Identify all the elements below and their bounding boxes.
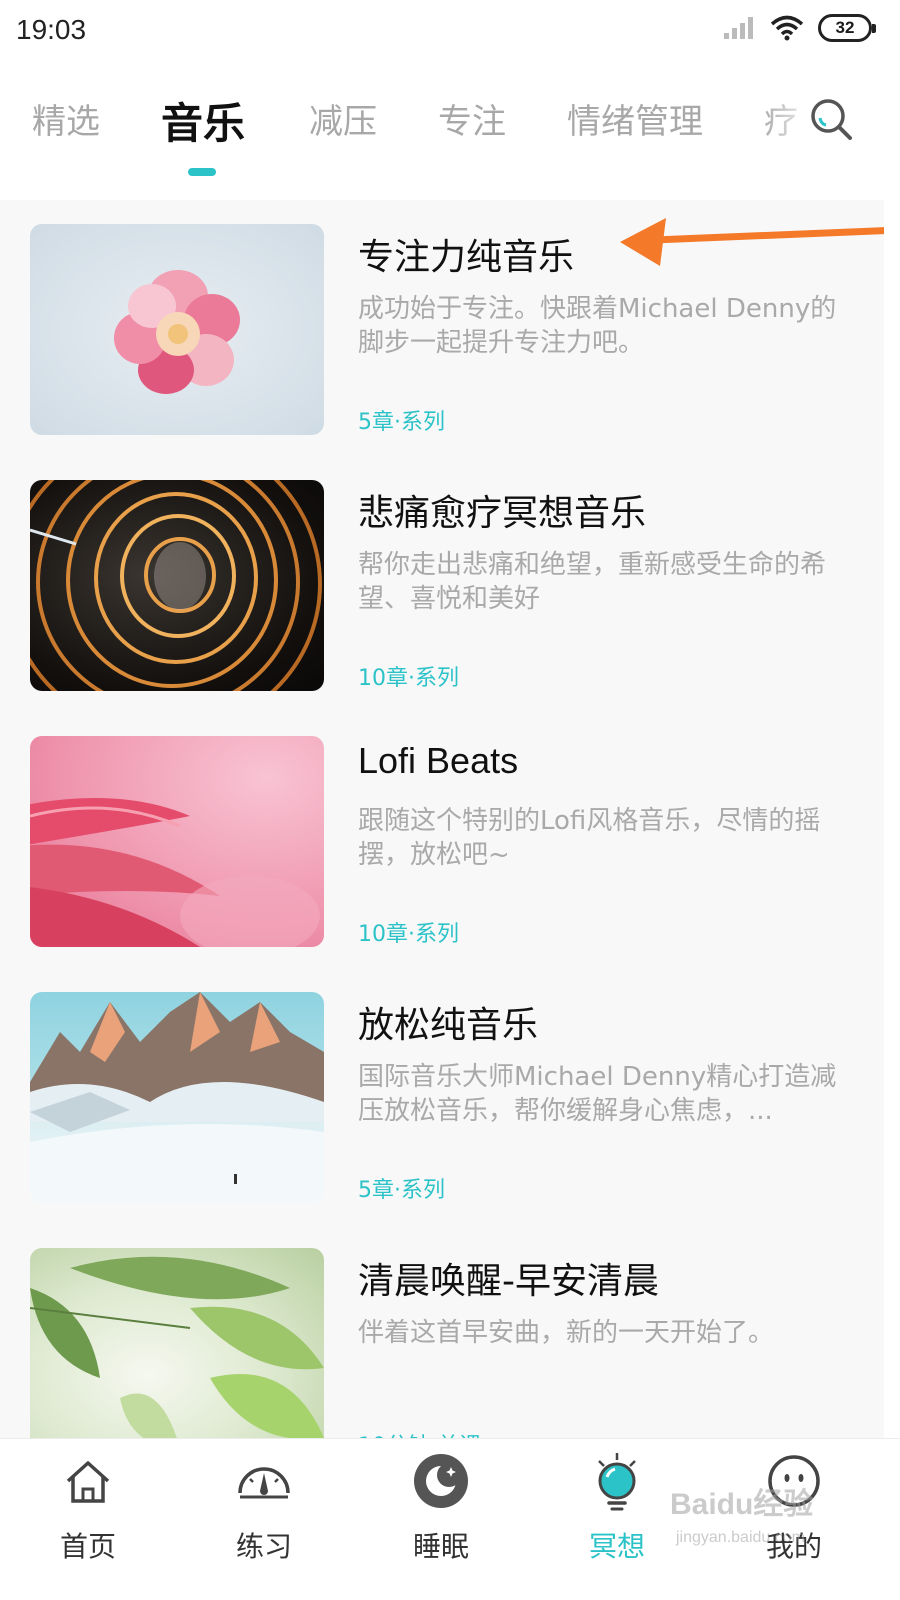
item-description: 帮你走出悲痛和绝望，重新感受生命的希望、喜悦和美好 [358,550,827,614]
pink-petal-image [30,736,324,947]
nav-label: 练习 [235,1530,292,1563]
snowy-mountain-image [30,992,324,1203]
item-title: 悲痛愈疗冥想音乐 [358,493,647,534]
music-list: 专注力纯音乐 成功始于专注。快跟着Michael Denny的脚步一起提升专注力… [0,200,884,1438]
wifi-icon [770,15,804,41]
nav-meditation[interactable]: 冥想 [557,1451,677,1565]
green-leaves-image [30,1248,324,1438]
moon-icon [414,1454,468,1508]
status-icons: 32 [722,14,876,42]
nav-practice[interactable]: 练习 [204,1451,324,1565]
item-description: 跟随这个特别的Lofi风格音乐，尽情的摇摆，放松吧~ [358,806,821,870]
tab-stress-relief[interactable]: 减压 [309,94,377,143]
meditation-bulb-icon [598,1453,636,1511]
category-tab-bar: 精选 音乐 减压 专注 情绪管理 疗 [0,64,900,200]
item-title: 专注力纯音乐 [358,237,575,278]
item-meta: 10章·系列 [358,666,459,691]
item-meta: 10章·系列 [358,922,459,947]
list-item[interactable]: Lofi Beats 跟随这个特别的Lofi风格音乐，尽情的摇摆，放松吧~ 10… [0,712,884,968]
light-spiral-image [30,480,324,691]
status-bar: 19:03 32 [0,0,900,64]
list-item[interactable]: 放松纯音乐 国际音乐大师Michael Denny精心打造减压放松音乐，帮你缓解… [0,968,884,1224]
item-title: Lofi Beats [358,740,519,781]
tab-music[interactable]: 音乐 [161,90,245,151]
pink-flower-image [30,224,324,435]
status-time: 19:03 [16,14,87,45]
watermark: Baidu经验 [670,1488,814,1521]
item-meta: 5章·系列 [358,410,445,435]
gauge-icon [238,1467,290,1499]
battery-icon: 32 [818,14,876,42]
item-description: 伴着这首早安曲，新的一天开始了。 [358,1318,775,1348]
signal-icon [724,17,753,39]
tab-emotion-management[interactable]: 情绪管理 [567,94,703,143]
nav-label: 睡眠 [412,1530,469,1563]
nav-home[interactable]: 首页 [28,1451,148,1565]
item-description: 成功始于专注。快跟着Michael Denny的脚步一起提升专注力吧。 [358,294,837,358]
item-title: 放松纯音乐 [358,1005,539,1046]
nav-label: 冥想 [588,1530,645,1563]
list-item[interactable]: 悲痛愈疗冥想音乐 帮你走出悲痛和绝望，重新感受生命的希望、喜悦和美好 10章·系… [0,456,884,712]
item-meta: 5章·系列 [358,1178,445,1203]
tab-focus[interactable]: 专注 [438,94,506,143]
tab-featured[interactable]: 精选 [32,94,100,143]
search-icon[interactable] [806,94,856,144]
nav-sleep[interactable]: 睡眠 [381,1451,501,1565]
item-description: 国际音乐大师Michael Denny精心打造减压放松音乐，帮你缓解身心焦虑，.… [358,1062,837,1126]
home-icon [66,1461,110,1503]
watermark-url: jingyan.baidu.com [676,1529,805,1546]
bottom-navigation: 首页 练习 睡眠 冥想 我的 Baidu经验 jingyan.baidu.com [0,1438,900,1600]
item-title: 清晨唤醒-早安清晨 [358,1261,659,1302]
active-tab-indicator [188,168,216,176]
annotation-arrow-icon [620,218,884,266]
nav-label: 首页 [59,1530,116,1563]
list-item[interactable]: 清晨唤醒-早安清晨 伴着这首早安曲，新的一天开始了。 10分钟·单课 [0,1224,884,1438]
item-meta: 10分钟·单课 [358,1428,481,1438]
